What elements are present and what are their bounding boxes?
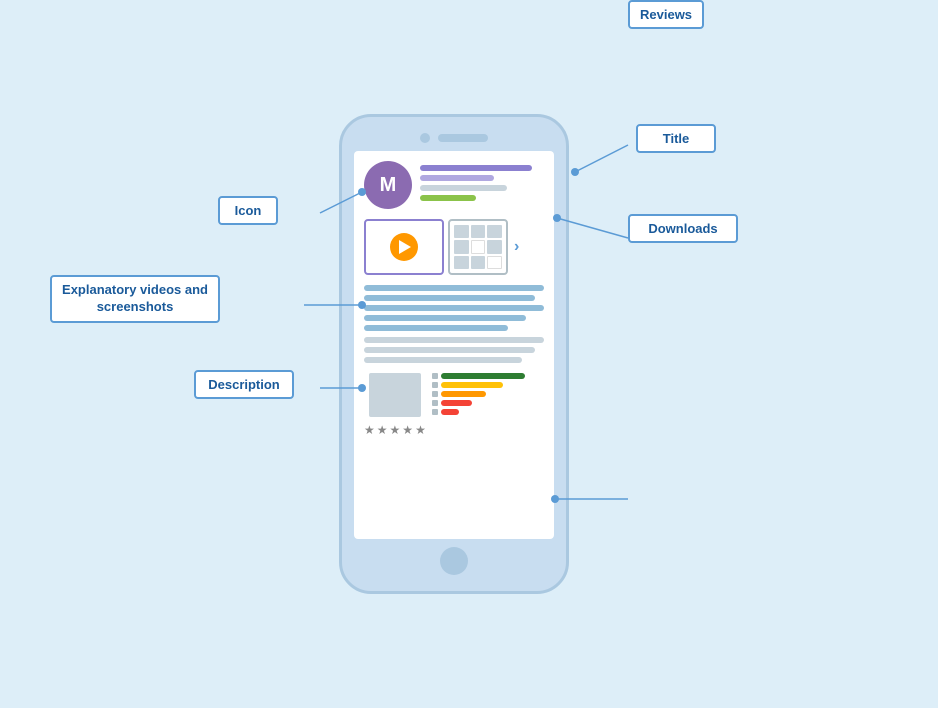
app-info xyxy=(420,161,544,201)
grid-cell xyxy=(454,240,469,253)
grid-cell xyxy=(471,240,486,253)
phone-speaker xyxy=(438,134,488,142)
desc-bar xyxy=(364,295,535,301)
review-bar xyxy=(441,373,525,379)
review-bar-row xyxy=(432,382,544,388)
description-section xyxy=(364,285,544,363)
phone-screen: M xyxy=(354,151,554,539)
desc-bar xyxy=(364,305,544,311)
desc-bar-gray xyxy=(364,347,535,353)
desc-bar xyxy=(364,315,526,321)
review-bar xyxy=(441,382,503,388)
star: ★ xyxy=(415,423,426,437)
label-icon: Icon xyxy=(218,196,278,225)
next-arrow[interactable]: › xyxy=(514,238,519,256)
grid-cell xyxy=(487,240,502,253)
review-bar xyxy=(441,409,459,415)
grid-cell xyxy=(454,225,469,238)
play-button[interactable] xyxy=(390,233,418,261)
grid-cell xyxy=(487,256,502,269)
review-bar-row xyxy=(432,373,544,379)
desc-bar xyxy=(364,285,544,291)
desc-bar xyxy=(364,325,508,331)
phone-home-button[interactable] xyxy=(440,547,468,575)
grid-cell xyxy=(487,225,502,238)
grid-cell xyxy=(471,256,486,269)
downloads-bar xyxy=(420,195,476,201)
title-bar-3 xyxy=(420,185,507,191)
star: ★ xyxy=(402,423,413,437)
video-thumbnail[interactable] xyxy=(364,219,444,275)
app-icon: M xyxy=(364,161,412,209)
play-icon xyxy=(399,240,411,254)
label-downloads: Downloads xyxy=(628,214,738,243)
phone-mockup: M xyxy=(339,114,569,594)
review-bar-row xyxy=(432,400,544,406)
screenshot-grid[interactable] xyxy=(448,219,508,275)
desc-bar-gray xyxy=(364,357,522,363)
phone-camera xyxy=(420,133,430,143)
review-bar-row xyxy=(432,391,544,397)
stars-row: ★ ★ ★ ★ ★ xyxy=(364,423,426,437)
screenshots-row: › xyxy=(364,219,544,275)
star: ★ xyxy=(390,423,401,437)
label-title: Title xyxy=(636,124,716,153)
title-bar-2 xyxy=(420,175,494,181)
grid-cell xyxy=(454,256,469,269)
scene: M xyxy=(0,0,938,708)
review-bar xyxy=(441,400,472,406)
label-explanatory: Explanatory videos and screenshots xyxy=(50,275,220,323)
reviews-section: ★ ★ ★ ★ ★ xyxy=(364,373,544,437)
desc-bar-gray xyxy=(364,337,544,343)
review-image xyxy=(369,373,421,417)
label-description: Description xyxy=(194,370,294,399)
star: ★ xyxy=(377,423,388,437)
grid-cell xyxy=(471,225,486,238)
review-bar-row xyxy=(432,409,544,415)
review-bars xyxy=(432,373,544,415)
title-bar-1 xyxy=(420,165,532,171)
review-bar xyxy=(441,391,486,397)
app-header: M xyxy=(364,161,544,209)
star: ★ xyxy=(364,423,375,437)
